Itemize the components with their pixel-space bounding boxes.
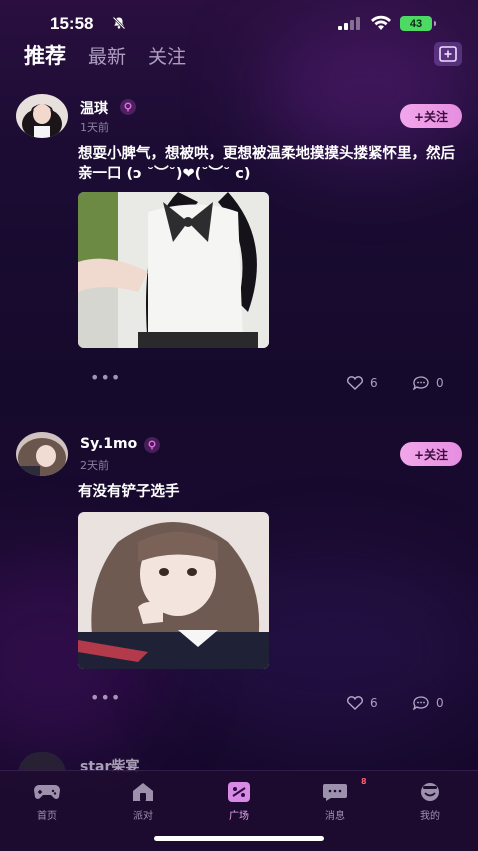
post-image[interactable]: [78, 512, 269, 669]
post-photo: [78, 192, 269, 348]
avatar-image: [16, 94, 68, 138]
comment-bubble-icon: [412, 376, 429, 390]
battery-indicator: 43: [400, 16, 436, 31]
message-icon: [323, 784, 347, 801]
message-badge: 8: [361, 777, 367, 786]
more-options-icon[interactable]: •••: [90, 368, 121, 387]
heart-icon: [347, 376, 363, 390]
nav-item-messages[interactable]: 8 消息: [303, 777, 367, 827]
female-gender-icon: [144, 437, 160, 453]
feed-tabs: 推荐 最新 关注: [24, 40, 186, 72]
plaza-icon: [228, 782, 250, 802]
post-time: 1天前: [80, 121, 109, 134]
comment-count: 0: [436, 376, 444, 390]
avatar[interactable]: [16, 432, 68, 476]
home-indicator[interactable]: [154, 836, 324, 841]
nav-label: 首页: [37, 811, 57, 822]
party-house-icon: [133, 783, 153, 801]
nav-item-home[interactable]: 首页: [15, 781, 79, 827]
like-button[interactable]: 6: [346, 696, 378, 710]
tab-recommended[interactable]: 推荐: [24, 40, 66, 70]
nav-label: 派对: [133, 811, 153, 822]
like-count: 6: [370, 696, 378, 710]
heart-icon: [347, 696, 363, 710]
gamepad-icon: [34, 785, 60, 799]
nav-item-plaza[interactable]: 广场: [207, 781, 271, 827]
female-gender-icon: [120, 99, 136, 115]
profile-icon: [421, 783, 439, 801]
status-bar: 15:58 43: [0, 0, 478, 40]
post-image[interactable]: [78, 192, 269, 348]
username[interactable]: 温琪: [80, 98, 108, 118]
follow-button[interactable]: +关注: [400, 104, 462, 128]
nav-item-party[interactable]: 派对: [111, 781, 175, 827]
comment-button[interactable]: 0: [412, 696, 444, 710]
nav-item-profile[interactable]: 我的: [398, 781, 462, 827]
create-post-button[interactable]: [434, 42, 462, 66]
avatar[interactable]: [16, 94, 68, 138]
status-time: 15:58: [50, 14, 94, 33]
nav-label: 消息: [325, 811, 345, 822]
follow-button[interactable]: +关注: [400, 442, 462, 466]
tab-latest[interactable]: 最新: [88, 42, 126, 69]
comment-button[interactable]: 0: [412, 376, 444, 390]
feed-post-partial: star柴宴: [16, 752, 476, 775]
username[interactable]: Sy.1mo: [80, 436, 137, 452]
add-square-icon: [439, 46, 457, 62]
battery-level: 43: [409, 17, 423, 30]
nav-label: 广场: [229, 811, 249, 822]
tab-following[interactable]: 关注: [148, 42, 186, 69]
post-time: 2天前: [80, 459, 109, 472]
post-text: 想耍小脾气，想被哄，更想被温柔地摸摸头搂紧怀里，然后亲一口 (ↄ ˘︶˘)❤(˘…: [78, 146, 455, 182]
like-count: 6: [370, 376, 378, 390]
comment-count: 0: [436, 696, 444, 710]
more-options-icon[interactable]: •••: [90, 688, 121, 707]
comment-bubble-icon: [412, 696, 429, 710]
bell-off-icon: [112, 16, 126, 30]
cellular-signal-icon: [338, 17, 360, 30]
post-text: 有没有铲子选手: [78, 484, 180, 500]
like-button[interactable]: 6: [346, 376, 378, 390]
post-photo: [78, 512, 269, 669]
nav-label: 我的: [420, 811, 440, 822]
avatar-image: [16, 432, 68, 476]
wifi-icon: [371, 15, 391, 30]
